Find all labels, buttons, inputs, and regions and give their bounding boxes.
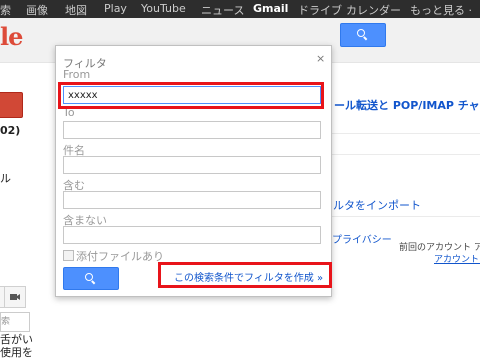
video-icon[interactable]: [4, 286, 26, 308]
filter-search-button[interactable]: [63, 267, 119, 290]
nav-maps[interactable]: 地図: [65, 2, 87, 18]
search-button[interactable]: [340, 23, 386, 47]
divider: [322, 154, 480, 155]
settings-tabs[interactable]: ール転送と POP/IMAP チャット: [334, 97, 480, 113]
compose-button[interactable]: [0, 92, 23, 118]
nav-play[interactable]: Play: [104, 2, 127, 15]
attachment-checkbox[interactable]: [63, 250, 74, 261]
from-highlight-box: [58, 82, 324, 109]
has-words-input[interactable]: [63, 191, 321, 209]
create-filter-highlight-box: [158, 262, 332, 288]
divider: [322, 216, 480, 217]
nav-calendar[interactable]: カレンダー: [346, 2, 401, 18]
nav-more[interactable]: もっと見る ·: [410, 2, 472, 18]
no-words-input[interactable]: [63, 226, 321, 244]
account-activity-link[interactable]: アカウント ア: [434, 252, 480, 265]
top-navigation-bar: 索 画像 地図 Play YouTube ニュース Gmail ドライブ カレン…: [0, 0, 480, 18]
nav-search[interactable]: 索: [0, 2, 11, 18]
inbox-count[interactable]: 02): [0, 124, 20, 137]
chat-search-input[interactable]: 索: [0, 312, 30, 332]
close-icon[interactable]: ×: [316, 52, 325, 65]
to-input[interactable]: [63, 121, 321, 139]
privacy-link[interactable]: とプライバシー: [322, 231, 392, 246]
nav-images[interactable]: 画像: [26, 2, 48, 18]
import-filters-link[interactable]: ィルタをインポート: [322, 197, 421, 213]
divider: [322, 133, 480, 134]
subject-input[interactable]: [63, 156, 321, 174]
from-label: From: [63, 68, 91, 81]
nav-news[interactable]: ニュース: [201, 2, 244, 18]
attachment-label: 添付ファイルあり: [76, 250, 164, 263]
nav-drive[interactable]: ドライブ: [298, 2, 342, 18]
sidebar-label[interactable]: ル: [0, 170, 11, 186]
nav-youtube[interactable]: YouTube: [141, 2, 186, 15]
chat-info-text-2: 使用を: [0, 346, 33, 359]
google-logo[interactable]: le: [0, 22, 23, 51]
nav-gmail[interactable]: Gmail: [253, 2, 288, 15]
